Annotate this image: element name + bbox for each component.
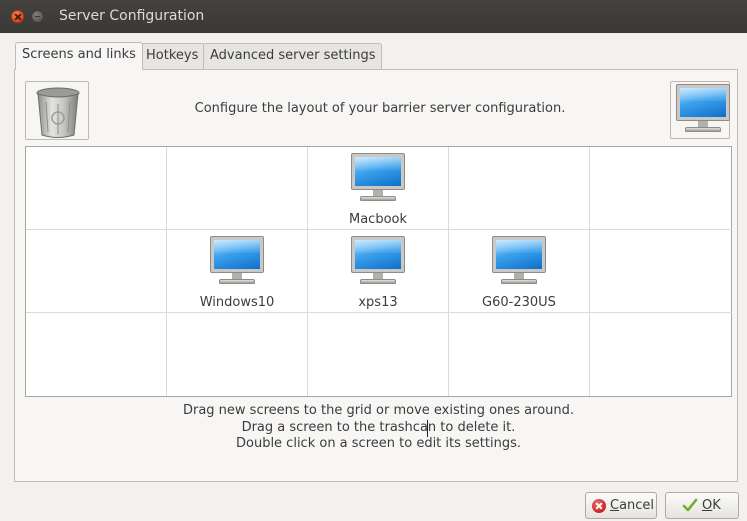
tab-advanced-server-settings[interactable]: Advanced server settings — [203, 43, 383, 69]
grid-cell[interactable] — [449, 313, 590, 396]
monitor-icon[interactable] — [351, 236, 405, 286]
cancel-icon — [592, 499, 606, 513]
ok-button[interactable]: OK — [665, 492, 739, 519]
title-bar: Server Configuration — [0, 0, 747, 33]
screen-grid[interactable]: Macbook Windows10 xps13 G60-230US — [25, 146, 732, 397]
ok-label: OK — [702, 498, 721, 513]
tab-screens-and-links[interactable]: Screens and links — [15, 42, 143, 70]
window-close-icon[interactable] — [11, 10, 24, 23]
screen-cell[interactable]: Macbook — [308, 147, 449, 230]
monitor-icon[interactable] — [492, 236, 546, 286]
monitor-icon[interactable] — [210, 236, 264, 286]
grid-cell[interactable] — [26, 147, 167, 230]
tab-hotkeys[interactable]: Hotkeys — [139, 43, 206, 69]
monitor-icon[interactable] — [351, 153, 405, 203]
new-screen-source[interactable] — [670, 81, 730, 139]
screen-name: Macbook — [348, 212, 408, 227]
grid-cell[interactable] — [590, 313, 732, 396]
trashcan-icon — [36, 87, 80, 138]
trashcan[interactable] — [25, 81, 89, 140]
grid-cell[interactable] — [449, 147, 590, 230]
window-title: Server Configuration — [59, 8, 205, 24]
screen-name: xps13 — [358, 295, 398, 310]
grid-cell[interactable] — [308, 313, 449, 396]
grid-cell[interactable] — [590, 230, 732, 313]
checkmark-icon — [682, 498, 698, 512]
window-minimize-icon[interactable] — [31, 10, 44, 23]
grid-cell[interactable] — [590, 147, 732, 230]
grid-cell[interactable] — [167, 147, 308, 230]
hint-line-3: Double click on a screen to edit its set… — [235, 436, 521, 451]
screen-name: G60-230US — [482, 295, 556, 310]
grid-cell[interactable] — [26, 230, 167, 313]
hint-line-2: Drag a screen to the trashcan to delete … — [241, 420, 516, 435]
grid-cell[interactable] — [167, 313, 308, 396]
screen-cell[interactable]: xps13 — [308, 230, 449, 313]
cancel-label: Cancel — [610, 498, 655, 513]
layout-description: Configure the layout of your barrier ser… — [194, 101, 566, 116]
screen-cell[interactable]: Windows10 — [167, 230, 308, 313]
cancel-button[interactable]: Cancel — [585, 492, 657, 519]
hint-line-1: Drag new screens to the grid or move exi… — [182, 403, 575, 418]
monitor-icon — [676, 84, 730, 134]
text-cursor — [427, 420, 428, 437]
screen-cell[interactable]: G60-230US — [449, 230, 590, 313]
grid-cell[interactable] — [26, 313, 167, 396]
screen-name: Windows10 — [199, 295, 275, 310]
